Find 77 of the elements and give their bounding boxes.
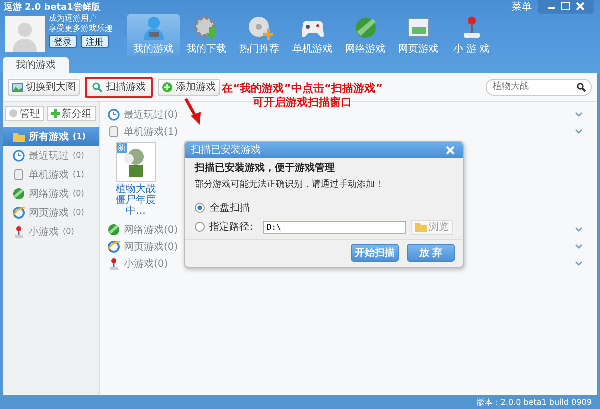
cancel-button[interactable]: 放 弃 <box>407 244 455 262</box>
option-label[interactable]: 全盘扫描 <box>210 201 260 215</box>
avatar-placeholder <box>5 16 45 52</box>
nav-tab[interactable]: 我的下载 <box>180 14 233 57</box>
nav-tab[interactable]: 网页游戏 <box>392 14 445 57</box>
search-icon[interactable] <box>577 82 586 92</box>
nav-tab[interactable]: 小 游 戏 <box>445 14 498 57</box>
category-header[interactable]: 网络游戏(0) <box>124 222 178 236</box>
browse-button[interactable]: 浏览 <box>411 220 453 234</box>
window-title: 逗游 2.0 beta1尝鲜版 <box>4 1 100 14</box>
nav-tab[interactable]: 热门推荐 <box>233 14 286 57</box>
category-header[interactable]: 单机游戏(1) <box>124 124 178 138</box>
category-header[interactable]: 最近玩过(0) <box>124 108 178 122</box>
close-icon[interactable] <box>446 146 455 154</box>
sidebar-item[interactable]: 网络游戏 (0) <box>3 184 99 203</box>
annotation-text: 在“我的游戏”中点击“扫描游戏” <box>222 82 383 96</box>
pc-tower-icon <box>13 168 25 180</box>
add-game-button[interactable]: 添加游戏 <box>158 78 220 96</box>
new-badge: 新 <box>117 143 127 153</box>
chevron-icon[interactable] <box>575 112 583 118</box>
my-games-tab[interactable]: 我的游戏 <box>3 57 69 73</box>
clock-icon <box>13 150 25 162</box>
radio-button[interactable] <box>195 203 205 213</box>
plus-icon <box>51 109 60 118</box>
category-header[interactable]: 小游戏(0) <box>124 256 168 270</box>
gear-download-icon <box>194 15 220 41</box>
version-label: 版本：2.0.0 beta1 build 0909 <box>476 396 592 408</box>
menu-link[interactable]: 菜单 <box>512 0 532 14</box>
dot-icon <box>9 109 18 118</box>
browser-e-icon <box>108 240 120 252</box>
nav-tab[interactable]: 网络游戏 <box>339 14 392 57</box>
new-group-button[interactable]: 新分组 <box>47 106 96 121</box>
user-slogan: 享受更多游戏乐趣 <box>49 24 114 34</box>
login-button[interactable]: 登录 <box>49 35 77 48</box>
game-title[interactable]: 植物大战僵尸年度中... <box>114 184 158 217</box>
sidebar-item[interactable]: 最近玩过 (0) <box>3 146 99 165</box>
sidebar-item[interactable]: 网页游戏 (0) <box>3 203 99 222</box>
chevron-icon[interactable] <box>575 128 583 134</box>
sidebar-item[interactable]: 小游戏 (0) <box>3 222 99 241</box>
globe-icon <box>108 224 120 236</box>
dialog-heading: 扫描已安装游戏，便于游戏管理 <box>195 161 336 175</box>
search-field[interactable]: 植物大战 <box>486 78 592 96</box>
user-prompt: 成为逗游用户 <box>49 14 98 24</box>
start-scan-button[interactable]: 开始扫描 <box>351 244 399 262</box>
window-controls[interactable] <box>538 0 594 14</box>
dialog-note: 部分游戏可能无法正确识别，请通过手动添加！ <box>195 178 385 191</box>
picture-icon <box>12 82 23 92</box>
disc-plus-icon <box>246 15 272 41</box>
manage-button[interactable]: 管理 <box>5 106 44 121</box>
option-label[interactable]: 指定路径: <box>210 220 258 234</box>
clock-icon <box>108 108 120 120</box>
search-icon <box>92 82 103 92</box>
arrow <box>184 98 204 126</box>
sidebar-item[interactable]: 所有游戏 (1) <box>3 127 99 146</box>
game-thumbnail[interactable]: 新 <box>116 142 156 182</box>
plus-icon <box>162 82 173 92</box>
pc-tower-icon <box>108 126 120 138</box>
folder-icon <box>13 130 25 142</box>
dialog-title: 扫描已安装游戏 <box>191 144 261 157</box>
joystick-icon <box>13 226 25 238</box>
large-view-button[interactable]: 切换到大图 <box>8 78 80 96</box>
chevron-icon[interactable] <box>575 244 583 250</box>
radio-button[interactable] <box>195 222 205 232</box>
nav-tab[interactable]: 单机游戏 <box>286 14 339 57</box>
chevron-icon[interactable] <box>575 226 583 232</box>
path-field[interactable]: D:\ <box>262 220 406 234</box>
joystick-icon <box>108 258 120 270</box>
category-header[interactable]: 网页游戏(0) <box>124 240 178 254</box>
folder-icon <box>415 222 427 232</box>
nav-tab[interactable]: 我的游戏 <box>127 14 180 57</box>
globe-icon <box>13 188 25 200</box>
browser-e-icon <box>13 206 25 218</box>
sidebar-item[interactable]: 单机游戏 (1) <box>3 165 99 184</box>
annotation-text: 可开启游戏扫描窗口 <box>252 96 352 110</box>
scan-games-button[interactable]: 扫描游戏 <box>85 76 153 98</box>
chevron-icon[interactable] <box>575 260 583 266</box>
register-button[interactable]: 注册 <box>81 35 109 48</box>
